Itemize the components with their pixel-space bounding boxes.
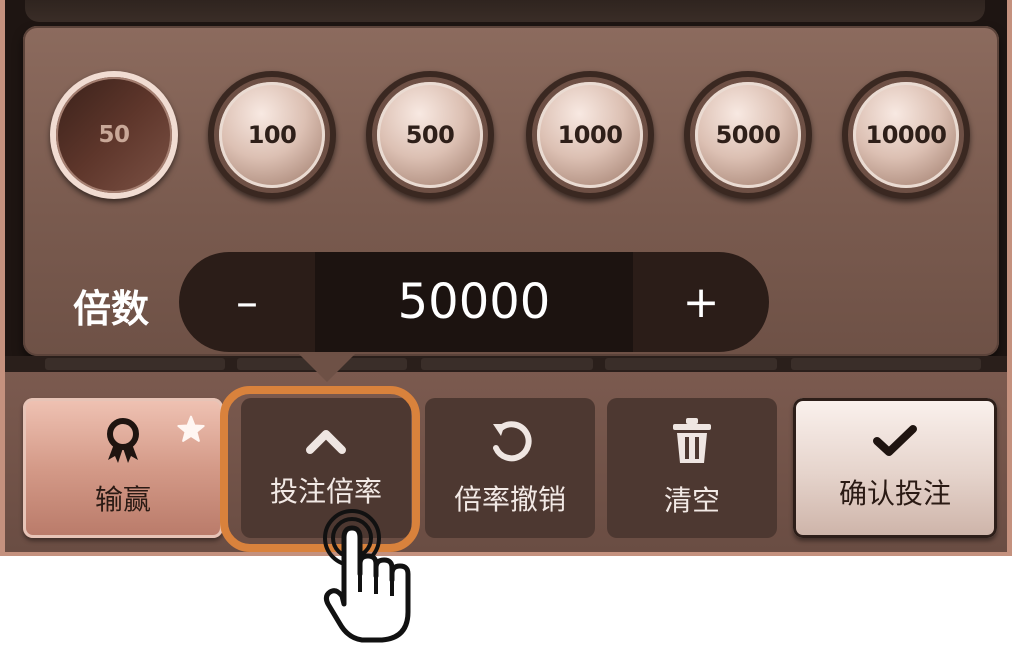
trash-icon bbox=[671, 417, 713, 465]
chip-label: 10000 bbox=[865, 121, 948, 149]
chip-100[interactable]: 100 bbox=[208, 71, 336, 199]
chip-5000[interactable]: 5000 bbox=[684, 71, 812, 199]
clear-label: 清空 bbox=[663, 484, 720, 517]
bottom-toolbar: 输赢 投注倍率 倍率撤销 清空 确认投注 bbox=[5, 372, 1007, 552]
chip-label: 100 bbox=[247, 121, 297, 149]
undo-icon bbox=[487, 418, 533, 464]
confirm-bet-button[interactable]: 确认投注 bbox=[793, 398, 997, 538]
chip-1000[interactable]: 1000 bbox=[526, 71, 654, 199]
tap-hand-icon bbox=[318, 508, 420, 646]
chip-500[interactable]: 500 bbox=[366, 71, 494, 199]
chip-label: 50 bbox=[98, 122, 130, 148]
chevron-up-icon bbox=[304, 426, 348, 456]
bet-multiplier-label: 投注倍率 bbox=[269, 475, 382, 508]
multiplier-stepper: – 50000 + bbox=[179, 252, 769, 352]
multiplier-value[interactable]: 50000 bbox=[315, 252, 633, 352]
chip-label: 500 bbox=[405, 121, 455, 149]
game-area: 50 100 500 1000 5000 10000 倍数 – 50000 + … bbox=[5, 0, 1007, 552]
divider-strip bbox=[5, 356, 1007, 372]
win-lose-label: 输赢 bbox=[94, 483, 151, 516]
decrement-button[interactable]: – bbox=[179, 252, 315, 352]
chip-50[interactable]: 50 bbox=[50, 71, 178, 199]
top-edge bbox=[25, 0, 985, 22]
clear-button[interactable]: 清空 bbox=[607, 398, 777, 538]
chip-label: 5000 bbox=[715, 121, 781, 149]
chip-row: 50 100 500 1000 5000 10000 bbox=[50, 71, 980, 199]
bet-popup-panel: 50 100 500 1000 5000 10000 倍数 – 50000 + bbox=[23, 26, 999, 356]
win-lose-button[interactable]: 输赢 bbox=[23, 398, 223, 538]
rosette-icon bbox=[103, 418, 143, 464]
game-frame: 50 100 500 1000 5000 10000 倍数 – 50000 + … bbox=[0, 0, 1012, 556]
confirm-bet-label: 确认投注 bbox=[838, 477, 951, 510]
checkmark-icon bbox=[872, 424, 918, 458]
multiplier-label: 倍数 bbox=[73, 287, 150, 331]
undo-multiplier-button[interactable]: 倍率撤销 bbox=[425, 398, 595, 538]
undo-multiplier-label: 倍率撤销 bbox=[453, 483, 566, 516]
chip-label: 1000 bbox=[557, 121, 623, 149]
star-icon bbox=[175, 414, 207, 450]
increment-button[interactable]: + bbox=[633, 252, 769, 352]
popup-pointer bbox=[297, 352, 357, 382]
chip-10000[interactable]: 10000 bbox=[842, 71, 970, 199]
